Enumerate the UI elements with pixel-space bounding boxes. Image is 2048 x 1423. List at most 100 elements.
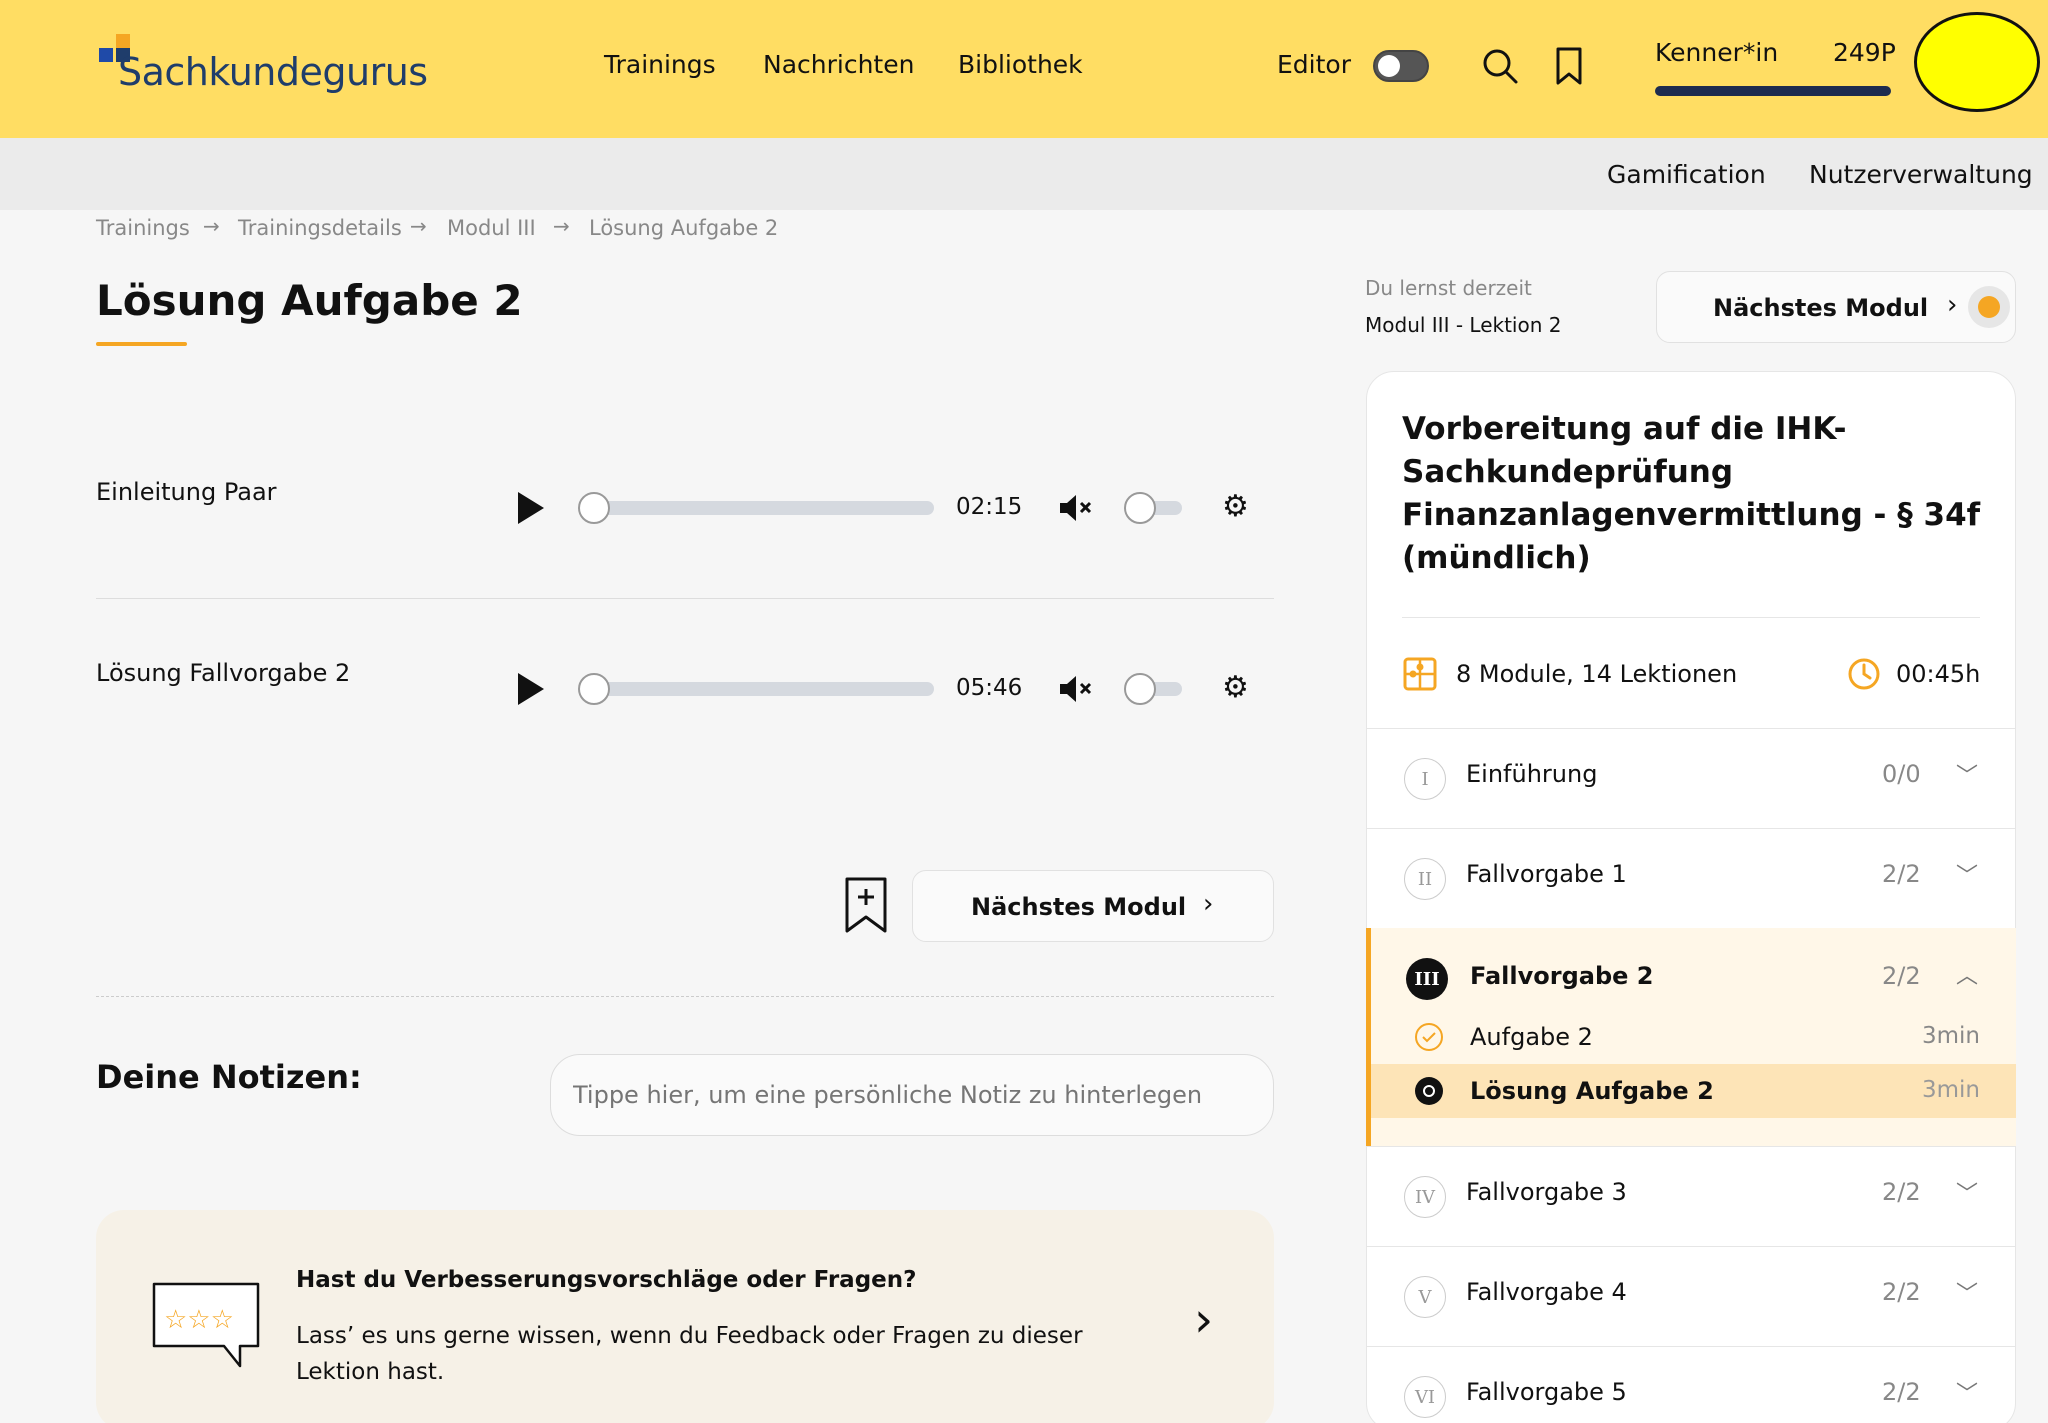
puzzle-icon [1403, 657, 1437, 691]
module-count: 0/0 [1882, 760, 1921, 788]
search-icon[interactable] [1480, 46, 1520, 86]
module-numeral: V [1404, 1276, 1446, 1318]
notes-label: Deine Notizen: [96, 1058, 362, 1096]
rank-label: Kenner*in [1655, 38, 1779, 67]
nav-trainings[interactable]: Trainings [604, 50, 716, 79]
bookmark-add-icon[interactable] [844, 876, 888, 934]
volume-thumb[interactable] [1124, 492, 1156, 524]
module-row[interactable]: II Fallvorgabe 1 2/2 ﹀ [1366, 828, 2016, 928]
gear-icon[interactable]: ⚙ [1222, 492, 1249, 522]
arrow-right-icon: → [203, 214, 220, 238]
course-divider [1402, 617, 1980, 618]
modules-count: 8 Module, 14 Lektionen [1456, 660, 1738, 688]
clock-icon [1848, 658, 1880, 690]
avatar[interactable] [1914, 12, 2040, 112]
chevron-right-icon: › [1947, 290, 1958, 320]
chevron-down-icon[interactable]: ﹀ [1956, 758, 1978, 790]
nav-bibliothek[interactable]: Bibliothek [958, 50, 1083, 79]
learning-label: Du lernst derzeit [1365, 276, 1532, 300]
module-name: Fallvorgabe 3 [1466, 1178, 1627, 1206]
module-row[interactable]: I Einführung 0/0 ﹀ [1366, 728, 2016, 828]
chevron-right-icon[interactable]: › [1194, 1296, 1213, 1344]
next-module-button[interactable]: Nächstes Modul › [1656, 271, 2016, 343]
module-count: 2/2 [1882, 1278, 1921, 1306]
module-name: Fallvorgabe 4 [1466, 1278, 1627, 1306]
audio-progress-thumb[interactable] [578, 492, 610, 524]
logo-text: Sachkundegurus [118, 50, 428, 94]
next-module-label: Nächstes Modul [1713, 294, 1929, 322]
mute-icon[interactable] [1058, 673, 1094, 705]
page-title: Lösung Aufgabe 2 [96, 276, 523, 325]
check-circle-icon [1415, 1023, 1443, 1051]
chevron-down-icon[interactable]: ﹀ [1956, 858, 1978, 890]
module-name-active: Fallvorgabe 2 [1470, 962, 1654, 990]
audio-divider [96, 598, 1274, 599]
breadcrumb-trainingsdetails[interactable]: Trainingsdetails [238, 216, 402, 240]
chevron-up-icon[interactable]: ︿ [1956, 958, 1978, 990]
module-numeral: VI [1404, 1376, 1446, 1418]
audio-time: 05:46 [956, 675, 1023, 701]
editor-label: Editor [1277, 50, 1351, 79]
module-count: 2/2 [1882, 1378, 1921, 1406]
lesson-time: 3min [1922, 1077, 1981, 1103]
arrow-right-icon: → [410, 214, 427, 238]
course-title: Vorbereitung auf die IHK-Sachkundeprüfun… [1402, 411, 1981, 576]
lesson-time: 3min [1922, 1023, 1981, 1049]
subnav-gamification[interactable]: Gamification [1607, 160, 1766, 189]
breadcrumb-trainings[interactable]: Trainings [96, 216, 190, 240]
mute-icon[interactable] [1058, 492, 1094, 524]
module-name: Fallvorgabe 5 [1466, 1378, 1627, 1406]
chevron-right-icon: › [1203, 889, 1214, 919]
audio-label: Lösung Fallvorgabe 2 [96, 659, 351, 687]
audio-progress-thumb[interactable] [578, 673, 610, 705]
nav-nachrichten[interactable]: Nachrichten [763, 50, 914, 79]
title-underline [96, 342, 187, 346]
chevron-down-icon[interactable]: ﹀ [1956, 1276, 1978, 1308]
next-module-label: Nächstes Modul [971, 893, 1187, 921]
lesson-name-active[interactable]: Lösung Aufgabe 2 [1470, 1077, 1714, 1105]
logo-square-orange [116, 34, 130, 48]
arrow-right-icon: → [553, 214, 570, 238]
lesson-name[interactable]: Aufgabe 2 [1470, 1023, 1593, 1051]
feedback-card[interactable] [96, 1210, 1274, 1423]
breadcrumb-current: Lösung Aufgabe 2 [589, 216, 779, 240]
module-numeral-active: III [1406, 958, 1448, 1000]
audio-progress-track[interactable] [594, 501, 934, 515]
module-row[interactable]: V Fallvorgabe 4 2/2 ﹀ [1366, 1246, 2016, 1346]
audio-progress-track[interactable] [594, 682, 934, 696]
module-numeral: I [1404, 758, 1446, 800]
module-row[interactable]: VI Fallvorgabe 5 2/2 ﹀ [1366, 1346, 2016, 1423]
rank-progress-bar [1655, 86, 1891, 96]
notification-dot-ring [1968, 286, 2010, 328]
current-lesson-icon [1415, 1077, 1443, 1105]
logo-square-blue [99, 48, 113, 62]
editor-toggle[interactable] [1373, 50, 1429, 82]
rating-speech-bubble-icon: ☆☆☆ [152, 1282, 260, 1368]
module-numeral: II [1404, 858, 1446, 900]
chevron-down-icon[interactable]: ﹀ [1956, 1176, 1978, 1208]
learning-value: Modul III - Lektion 2 [1365, 313, 1562, 337]
audio-label: Einleitung Paar [96, 478, 277, 506]
module-row[interactable]: IV Fallvorgabe 3 2/2 ﹀ [1366, 1146, 2016, 1246]
module-count: 2/2 [1882, 962, 1921, 990]
toggle-knob [1378, 55, 1400, 77]
play-icon[interactable] [518, 492, 544, 524]
notification-dot [1978, 296, 2000, 318]
play-icon[interactable] [518, 673, 544, 705]
svg-text:☆☆☆: ☆☆☆ [164, 1305, 234, 1335]
chevron-down-icon[interactable]: ﹀ [1956, 1376, 1978, 1408]
feedback-title: Hast du Verbesserungsvorschläge oder Fra… [296, 1267, 917, 1293]
audio-time: 02:15 [956, 494, 1023, 520]
subnav-nutzerverwaltung[interactable]: Nutzerverwaltung [1809, 160, 2033, 189]
next-module-button[interactable]: Nächstes Modul › [912, 870, 1274, 942]
module-count: 2/2 [1882, 860, 1921, 888]
logo[interactable]: Sachkundegurus [96, 30, 436, 100]
gear-icon[interactable]: ⚙ [1222, 673, 1249, 703]
course-duration: 00:45h [1896, 660, 1981, 688]
notes-divider [96, 996, 1274, 997]
module-count: 2/2 [1882, 1178, 1921, 1206]
notes-input[interactable] [550, 1054, 1274, 1136]
volume-thumb[interactable] [1124, 673, 1156, 705]
bookmark-icon[interactable] [1554, 46, 1584, 86]
breadcrumb-modul[interactable]: Modul III [447, 216, 536, 240]
